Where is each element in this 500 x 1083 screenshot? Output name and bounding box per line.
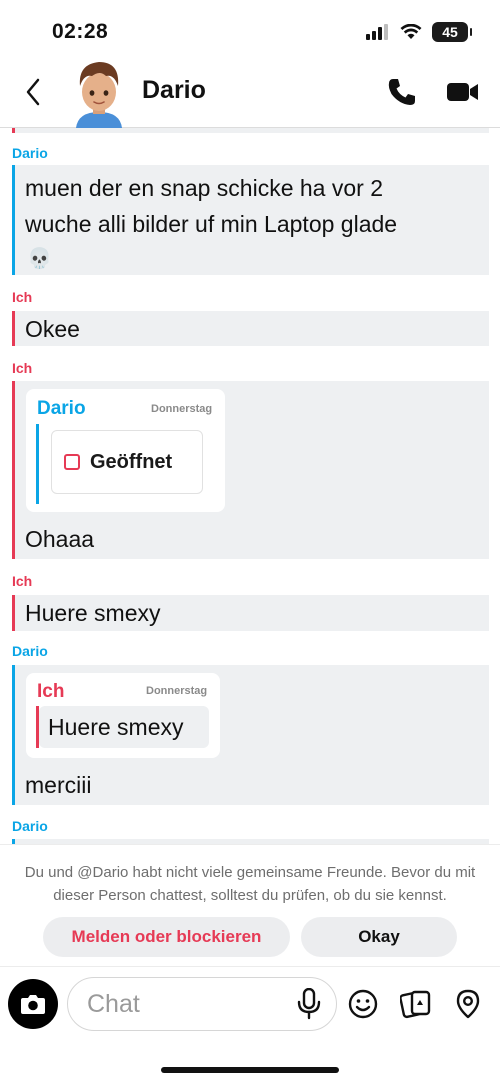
chat-input-placeholder: Chat bbox=[87, 989, 140, 1018]
message-text: Ohaaa bbox=[25, 526, 95, 552]
sender-label-ich: Ich bbox=[12, 573, 33, 589]
sender-label-dario: Dario bbox=[12, 145, 48, 161]
microphone-button[interactable] bbox=[296, 987, 322, 1020]
emoji-button[interactable] bbox=[347, 988, 379, 1020]
chevron-left-icon bbox=[26, 78, 40, 106]
quoted-message-card[interactable]: Ich Donnerstag Huere smexy bbox=[26, 673, 220, 758]
camera-button[interactable] bbox=[8, 979, 58, 1029]
video-call-button[interactable] bbox=[446, 78, 480, 106]
video-icon bbox=[447, 83, 478, 101]
sticker-cards-icon bbox=[399, 990, 431, 1019]
status-icons: 45 bbox=[366, 22, 472, 42]
skull-emoji: 💀 bbox=[27, 248, 52, 270]
battery-icon: 45 bbox=[432, 22, 472, 42]
quoted-sender: Dario bbox=[37, 398, 86, 419]
quoted-date: Donnerstag bbox=[146, 685, 208, 697]
avatar[interactable] bbox=[70, 56, 128, 128]
sender-label-dario: Dario bbox=[12, 818, 48, 834]
location-button[interactable] bbox=[452, 988, 484, 1020]
sticker-button[interactable] bbox=[399, 988, 432, 1020]
message-text: Huere smexy bbox=[25, 600, 161, 626]
sender-label-ich: Ich bbox=[12, 289, 33, 305]
home-indicator bbox=[161, 1067, 339, 1073]
microphone-icon bbox=[297, 987, 321, 1020]
chat-input-bar: Chat bbox=[0, 966, 500, 1083]
notice-text: Du und @Dario habt nicht viele gemeinsam… bbox=[24, 864, 476, 904]
message-bubble[interactable]: muen der en snap schicke ha vor 2 wuche … bbox=[12, 165, 489, 275]
phone-icon bbox=[388, 79, 415, 105]
smiley-icon bbox=[348, 989, 378, 1019]
friend-warning-notice: Du und @Dario habt nicht viele gemeinsam… bbox=[0, 844, 500, 966]
quoted-sender: Ich bbox=[37, 681, 65, 702]
message-bubble[interactable]: Ich Donnerstag Huere smexy merciii bbox=[12, 665, 489, 805]
location-pin-icon bbox=[456, 989, 480, 1019]
signal-icon bbox=[366, 24, 388, 40]
message-text-line: muen der en snap schicke ha vor 2 bbox=[25, 175, 383, 201]
snap-status-label: Geöffnet bbox=[90, 450, 173, 473]
wifi-icon bbox=[400, 24, 422, 39]
chat-area[interactable]: Dario muen der en snap schicke ha vor 2 … bbox=[0, 128, 500, 844]
sender-label-dario: Dario bbox=[12, 643, 48, 659]
back-button[interactable] bbox=[18, 74, 48, 110]
camera-icon bbox=[21, 995, 45, 1014]
battery-level: 45 bbox=[442, 24, 458, 40]
message-bubble[interactable]: Huere smexy bbox=[12, 595, 489, 631]
status-time: 02:28 bbox=[52, 20, 109, 43]
message-bubble[interactable]: Dario Donnerstag Geöffnet Ohaaa bbox=[12, 381, 489, 559]
sender-label-ich: Ich bbox=[12, 360, 33, 376]
snap-opened-box[interactable]: Geöffnet bbox=[51, 430, 203, 494]
snap-opened-icon bbox=[64, 454, 80, 470]
contact-name[interactable]: Dario bbox=[142, 76, 206, 105]
message-text-line: wuche alli bilder uf min Laptop glade bbox=[25, 211, 398, 237]
okay-button[interactable]: Okay bbox=[301, 917, 457, 957]
quoted-date: Donnerstag bbox=[151, 403, 213, 415]
message-text: merciii bbox=[25, 772, 92, 798]
chat-header: Dario bbox=[0, 56, 500, 128]
message-bubble-partial bbox=[12, 128, 489, 133]
report-block-button[interactable]: Melden oder blockieren bbox=[43, 917, 290, 957]
message-text: Okee bbox=[25, 316, 80, 342]
call-button[interactable] bbox=[386, 76, 418, 108]
bitmoji-avatar-icon bbox=[76, 62, 122, 128]
message-bubble[interactable]: Okee bbox=[12, 311, 489, 346]
quoted-message-card[interactable]: Dario Donnerstag Geöffnet bbox=[26, 389, 225, 512]
quote-bar bbox=[36, 424, 39, 504]
quoted-text-box: Huere smexy bbox=[39, 706, 209, 748]
